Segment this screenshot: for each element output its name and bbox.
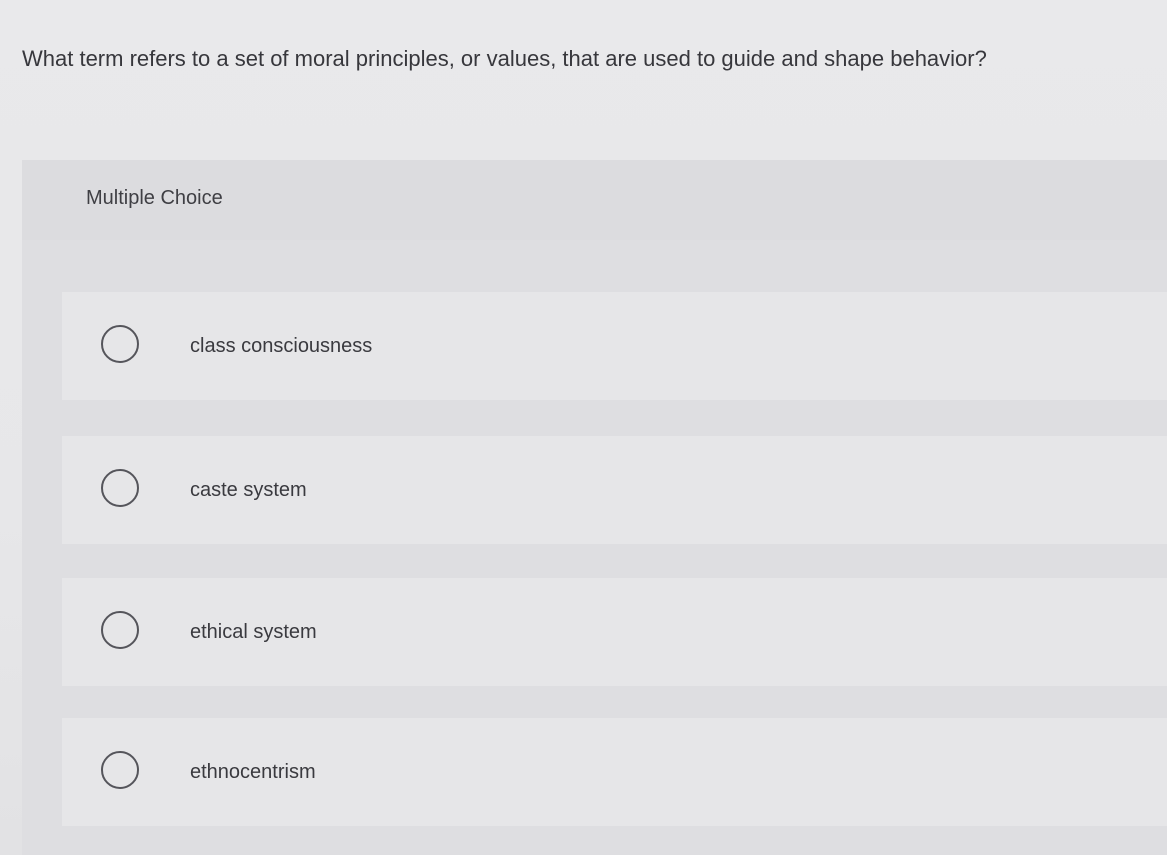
question-type-label: Multiple Choice (86, 187, 223, 209)
radio-button-icon[interactable] (101, 751, 139, 789)
radio-button-icon[interactable] (101, 469, 139, 507)
question-type-header: Multiple Choice (22, 160, 1167, 240)
answer-option-class-consciousness[interactable]: class consciousness (62, 292, 1167, 400)
answer-option-label[interactable]: ethnocentrism (190, 759, 316, 785)
answer-option-ethical-system[interactable]: ethical system (62, 578, 1167, 686)
answer-option-label[interactable]: ethical system (190, 619, 317, 645)
answer-options-list: class consciousness caste system ethical… (22, 240, 1167, 855)
radio-button-icon[interactable] (101, 611, 139, 649)
quiz-page: What term refers to a set of moral princ… (0, 0, 1167, 855)
answer-option-label[interactable]: class consciousness (190, 333, 372, 359)
answer-option-label[interactable]: caste system (190, 477, 307, 503)
answer-option-ethnocentrism[interactable]: ethnocentrism (62, 718, 1167, 826)
radio-button-icon[interactable] (101, 325, 139, 363)
answer-option-caste-system[interactable]: caste system (62, 436, 1167, 544)
question-text: What term refers to a set of moral princ… (22, 46, 987, 71)
